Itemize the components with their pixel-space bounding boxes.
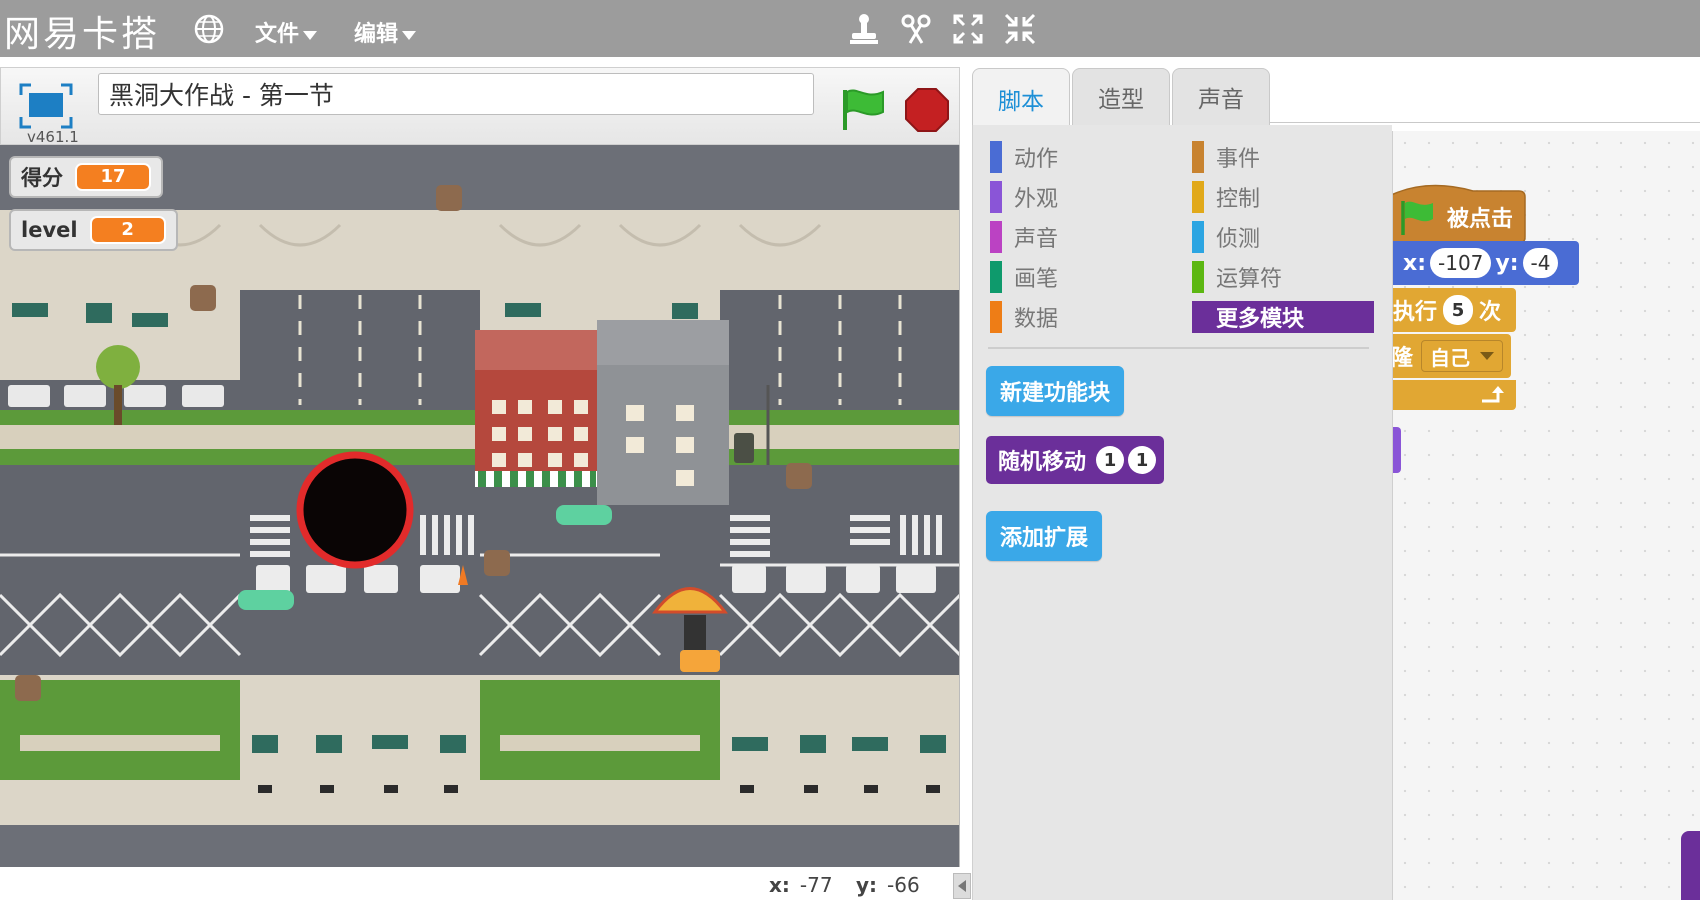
tab-sounds[interactable]: 声音 <box>1172 68 1270 125</box>
create-clone-block[interactable]: 隆 自己 <box>1392 334 1511 378</box>
category-more-blocks-swatch <box>1192 301 1204 333</box>
category-operators-swatch <box>1192 261 1204 293</box>
category-sensing[interactable]: 侦测 <box>1192 221 1260 253</box>
clone-target-value: 自己 <box>1430 345 1471 370</box>
category-events-swatch <box>1192 141 1204 173</box>
mouse-y-readout: y: -66 <box>856 873 920 897</box>
category-more-blocks-label: 更多模块 <box>1216 307 1305 332</box>
level-monitor: level 2 <box>9 209 178 251</box>
chevron-down-icon <box>1480 352 1495 360</box>
tab-strip-divider <box>1270 122 1700 123</box>
category-data-swatch <box>990 301 1002 333</box>
repeat-prefix-label: 执行 <box>1393 300 1438 325</box>
category-operators-label: 运算符 <box>1216 267 1283 292</box>
edit-menu[interactable]: 编辑 <box>354 16 417 48</box>
score-monitor-label: 得分 <box>21 166 63 190</box>
mouse-x-label: x: <box>769 873 790 897</box>
grow-icon[interactable] <box>950 11 986 47</box>
chevron-down-icon <box>402 30 417 40</box>
menu-bar: 网易卡搭 文件 编辑 <box>0 0 1700 57</box>
green-flag-icon[interactable] <box>839 86 887 132</box>
globe-icon[interactable] <box>193 13 225 45</box>
category-motion[interactable]: 动作 <box>990 141 1058 173</box>
custom-block-random-move[interactable]: 随机移动 1 1 <box>986 436 1165 484</box>
hat-block-label: 被点击 <box>1447 207 1514 232</box>
custom-block-arg1[interactable]: 1 <box>1096 446 1125 474</box>
new-block-button[interactable]: 新建功能块 <box>986 366 1125 416</box>
mouse-x-value: -77 <box>799 873 833 897</box>
edit-menu-label: 编辑 <box>354 22 399 47</box>
cut-icon[interactable] <box>898 11 934 47</box>
clone-block-label: 隆 <box>1392 346 1414 371</box>
category-sound-label: 声音 <box>1014 227 1059 252</box>
green-flag-icon <box>1401 201 1433 235</box>
tab-costumes[interactable]: 造型 <box>1072 68 1170 125</box>
goto-y-label: y: <box>1495 250 1519 276</box>
category-events[interactable]: 事件 <box>1192 141 1260 173</box>
loop-arrow-icon <box>1482 386 1504 403</box>
palette-divider <box>988 347 1369 349</box>
stage[interactable]: 得分 17 level 2 <box>0 145 960 867</box>
stop-sign-icon[interactable] <box>904 87 950 133</box>
repeat-suffix-label: 次 <box>1479 300 1502 325</box>
level-monitor-label: level <box>21 218 78 242</box>
stamp-icon[interactable] <box>846 11 882 47</box>
category-sound-swatch <box>990 221 1002 253</box>
clone-target-dropdown[interactable]: 自己 <box>1421 340 1504 372</box>
category-pen-swatch <box>990 261 1002 293</box>
chevron-down-icon <box>303 30 318 40</box>
category-motion-label: 动作 <box>1014 147 1059 172</box>
category-data-label: 数据 <box>1014 307 1059 332</box>
repeat-block-end <box>1393 380 1516 410</box>
category-control-label: 控制 <box>1216 187 1261 212</box>
chevron-left-icon <box>958 880 966 892</box>
custom-block-call-stub[interactable] <box>1393 427 1401 473</box>
mouse-x-readout: x: -77 <box>769 873 833 897</box>
repeat-block[interactable]: 执行 5 次 <box>1393 288 1516 332</box>
category-looks-label: 外观 <box>1014 187 1059 212</box>
goto-xy-block[interactable]: x: -107 y: -4 <box>1393 241 1579 285</box>
when-flag-clicked-block[interactable]: 被点击 <box>1397 193 1513 241</box>
category-motion-swatch <box>990 141 1002 173</box>
category-sensing-swatch <box>1192 221 1204 253</box>
score-monitor: 得分 17 <box>9 156 163 198</box>
mouse-y-value: -66 <box>887 873 920 897</box>
category-operators[interactable]: 运算符 <box>1192 261 1282 293</box>
custom-block-label: 随机移动 <box>998 450 1087 475</box>
stage-header: v461.1 <box>0 67 960 146</box>
category-pen-label: 画笔 <box>1014 267 1059 292</box>
goto-y-input[interactable]: -4 <box>1522 248 1559 278</box>
shrink-icon[interactable] <box>1002 11 1038 47</box>
category-looks-swatch <box>990 181 1002 213</box>
app-logo[interactable]: 网易卡搭 <box>4 5 160 57</box>
score-monitor-value: 17 <box>75 163 151 191</box>
level-monitor-value: 2 <box>89 216 166 244</box>
version-label: v461.1 <box>27 128 79 146</box>
category-more-blocks[interactable]: 更多模块 <box>1192 301 1374 333</box>
category-control[interactable]: 控制 <box>1192 181 1260 213</box>
category-control-swatch <box>1192 181 1204 213</box>
custom-block-arg2[interactable]: 1 <box>1128 446 1157 474</box>
city-map-backdrop <box>0 145 959 867</box>
category-data[interactable]: 数据 <box>990 301 1058 333</box>
repeat-count-input[interactable]: 5 <box>1443 295 1474 325</box>
category-sensing-label: 侦测 <box>1216 227 1261 252</box>
file-menu-label: 文件 <box>255 22 300 47</box>
mouse-y-label: y: <box>856 873 878 897</box>
category-looks[interactable]: 外观 <box>990 181 1058 213</box>
category-events-label: 事件 <box>1216 147 1261 172</box>
category-sound[interactable]: 声音 <box>990 221 1058 253</box>
presentation-mode-icon[interactable] <box>19 83 73 129</box>
custom-block-definition-stub[interactable] <box>1681 831 1700 900</box>
script-area[interactable]: 被点击 x: -107 y: -4 执行 5 次 隆 自己 <box>1392 131 1700 900</box>
category-pen[interactable]: 画笔 <box>990 261 1058 293</box>
file-menu[interactable]: 文件 <box>255 16 318 48</box>
goto-x-input[interactable]: -107 <box>1430 248 1492 278</box>
collapse-stage-button[interactable] <box>953 873 971 899</box>
add-extension-button[interactable]: 添加扩展 <box>986 511 1103 561</box>
goto-x-label: x: <box>1403 250 1426 276</box>
tab-scripts[interactable]: 脚本 <box>972 68 1070 128</box>
project-title-input[interactable] <box>98 73 814 115</box>
